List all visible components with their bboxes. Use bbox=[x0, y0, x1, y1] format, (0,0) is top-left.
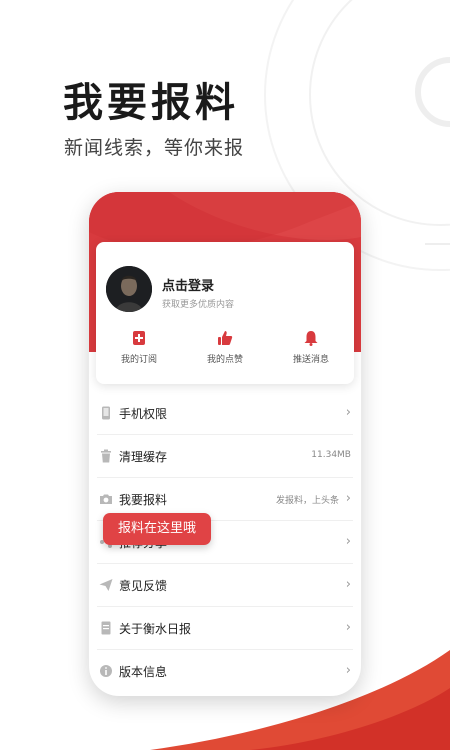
phone-icon bbox=[102, 406, 110, 420]
avatar[interactable] bbox=[106, 266, 152, 312]
submit-tip-hint: 发报料，上头条 bbox=[275, 496, 339, 506]
bell-icon bbox=[304, 331, 318, 346]
quick-action-label: 我的点赞 bbox=[206, 355, 243, 365]
chevron-right-icon: › bbox=[345, 620, 351, 635]
phone-mockup: 点击登录 获取更多优质内容 我的订阅 我的点赞 推送消息 手机权限 › 清理缓存… bbox=[89, 192, 361, 696]
menu-item-label: 我要报料 bbox=[119, 493, 168, 507]
document-icon bbox=[101, 621, 111, 635]
info-icon bbox=[100, 665, 112, 677]
page-subtitle: 新闻线索，等你来报 bbox=[64, 137, 245, 159]
trash-icon bbox=[101, 449, 111, 463]
thumbs-up-icon bbox=[218, 331, 233, 345]
submit-tip-tooltip: 报料在这里哦 bbox=[103, 513, 211, 545]
menu-item-clear-cache[interactable]: 清理缓存 11.34MB bbox=[97, 435, 353, 478]
quick-action-subscription[interactable]: 我的订阅 bbox=[96, 330, 182, 374]
chevron-right-icon: › bbox=[345, 577, 351, 592]
quick-action-label: 我的订阅 bbox=[120, 355, 157, 365]
paper-plane-icon bbox=[99, 579, 113, 591]
subscription-icon bbox=[133, 331, 145, 345]
menu-item-feedback[interactable]: 意见反馈 › bbox=[97, 564, 353, 607]
quick-action-notifications[interactable]: 推送消息 bbox=[268, 330, 354, 374]
quick-action-likes[interactable]: 我的点赞 bbox=[182, 330, 268, 374]
person-avatar-icon bbox=[106, 266, 152, 312]
page-title: 我要报料 bbox=[63, 79, 239, 126]
chevron-right-icon: › bbox=[345, 663, 351, 678]
menu-item-permissions[interactable]: 手机权限 › bbox=[97, 392, 353, 435]
menu-item-label: 手机权限 bbox=[119, 407, 168, 421]
cache-size: 11.34MB bbox=[311, 450, 351, 460]
menu-item-label: 意见反馈 bbox=[119, 579, 168, 593]
camera-icon bbox=[100, 494, 112, 504]
menu-item-label: 清理缓存 bbox=[119, 450, 168, 464]
quick-action-label: 推送消息 bbox=[292, 355, 329, 365]
chevron-right-icon: › bbox=[345, 534, 351, 549]
profile-card: 点击登录 获取更多优质内容 我的订阅 我的点赞 推送消息 bbox=[96, 242, 354, 384]
menu-item-label: 版本信息 bbox=[119, 665, 168, 679]
chevron-right-icon: › bbox=[345, 405, 351, 420]
menu-item-version[interactable]: 版本信息 › bbox=[97, 650, 353, 693]
quick-actions: 我的订阅 我的点赞 推送消息 bbox=[96, 330, 354, 374]
login-subtitle: 获取更多优质内容 bbox=[162, 300, 235, 310]
chevron-right-icon: › bbox=[345, 491, 351, 506]
menu-item-about[interactable]: 关于衡水日报 › bbox=[97, 607, 353, 650]
login-button[interactable]: 点击登录 bbox=[162, 275, 214, 294]
menu-item-label: 关于衡水日报 bbox=[119, 622, 192, 636]
